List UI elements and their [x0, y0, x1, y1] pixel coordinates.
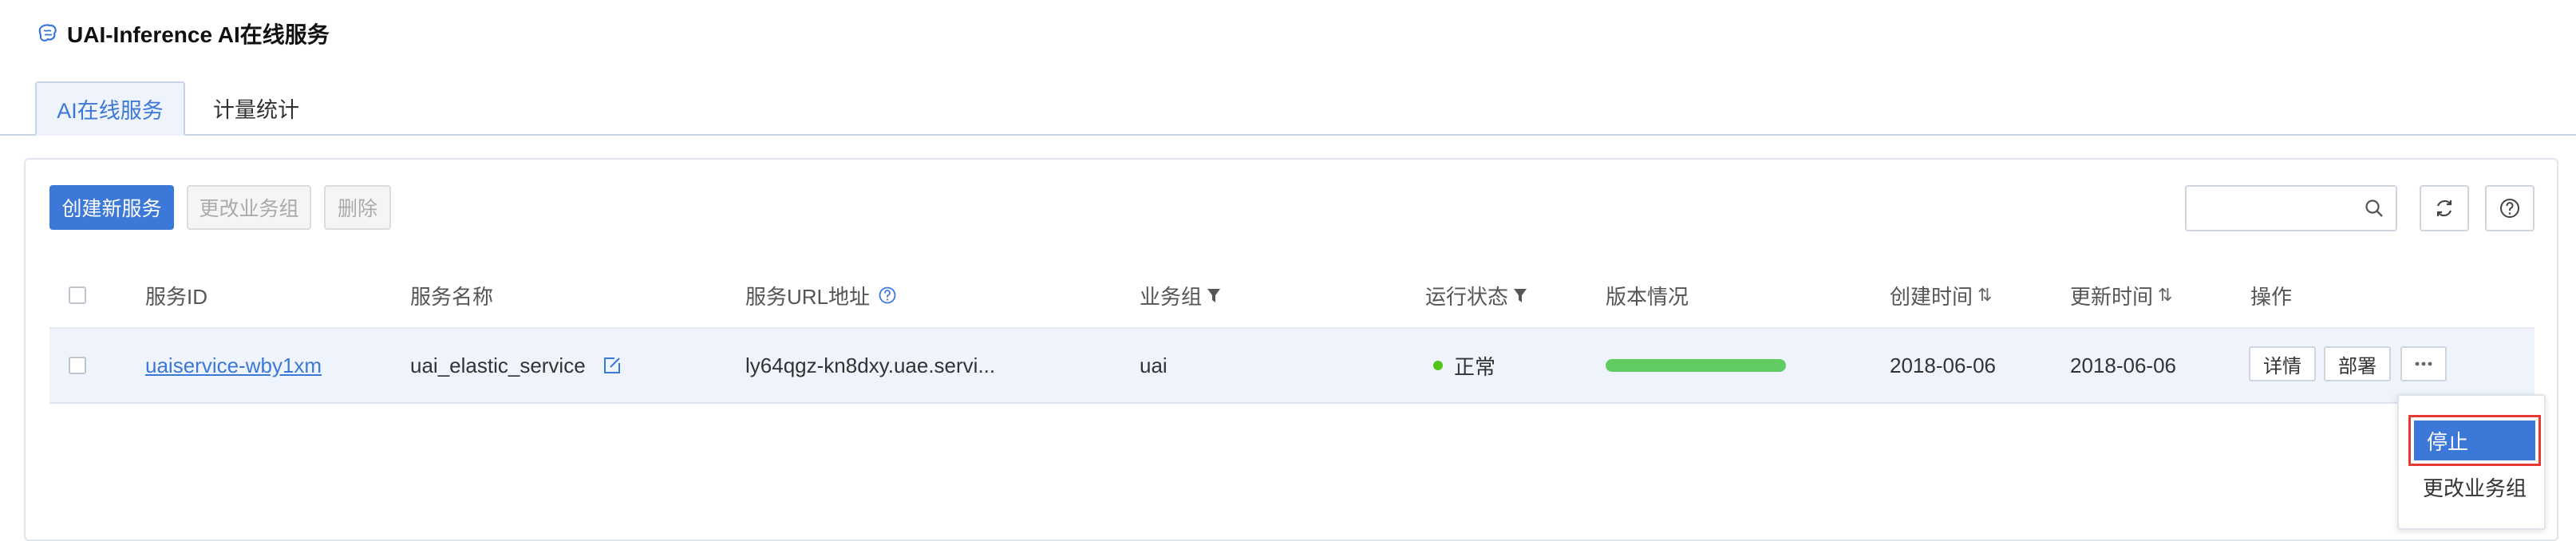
more-actions-menu: 停止 更改业务组	[2397, 394, 2546, 530]
more-dots-icon	[2415, 361, 2432, 366]
col-status: 运行状态	[1425, 263, 1527, 327]
col-status-label: 运行状态	[1425, 284, 1509, 309]
tab-bar: AI在线服务 计量统计	[0, 81, 2576, 136]
stop-highlight-box: 停止	[2408, 415, 2541, 466]
sort-icon[interactable]: ⇅	[1977, 285, 1992, 306]
status-dot	[1433, 361, 1443, 370]
service-url: ly64qgz-kn8dxy.uae.servi...	[745, 353, 996, 377]
col-service-name: 服务名称	[410, 284, 494, 309]
refresh-icon	[2436, 199, 2452, 217]
tab-metering-stats[interactable]: 计量统计	[188, 81, 324, 134]
version-progress-bar	[1606, 359, 1786, 372]
col-service-id: 服务ID	[145, 284, 208, 309]
row-checkbox[interactable]	[69, 357, 86, 374]
url-help-icon[interactable]	[878, 286, 897, 305]
col-created-label: 创建时间	[1890, 284, 1973, 309]
deploy-button[interactable]: 部署	[2324, 346, 2391, 381]
menu-item-change-group[interactable]: 更改业务组	[2423, 472, 2527, 502]
create-service-button[interactable]: 创建新服务	[49, 185, 174, 230]
col-service-url-label: 服务URL地址	[745, 284, 871, 309]
col-updated-label: 更新时间	[2070, 284, 2154, 309]
tab-ai-online-service[interactable]: AI在线服务	[35, 81, 185, 136]
col-created: 创建时间 ⇅	[1890, 263, 1992, 327]
service-id-link[interactable]: uaiservice-wby1xm	[145, 353, 322, 378]
brain-icon	[38, 24, 57, 41]
table-row: uaiservice-wby1xm uai_elastic_service ly…	[49, 329, 2535, 404]
col-updated: 更新时间 ⇅	[2070, 263, 2172, 327]
page-header: UAI-Inference AI在线服务	[35, 18, 330, 49]
detail-button[interactable]: 详情	[2249, 346, 2316, 381]
menu-item-stop[interactable]: 停止	[2414, 421, 2535, 460]
table-header: 服务ID 服务名称 服务URL地址 业务组 运行状态 版本情况 创建时间 ⇅ 更…	[49, 263, 2535, 329]
edit-icon[interactable]	[602, 355, 622, 376]
service-name: uai_elastic_service	[410, 353, 586, 377]
delete-button[interactable]: 删除	[324, 185, 391, 230]
refresh-button[interactable]	[2420, 185, 2469, 231]
page-title: UAI-Inference AI在线服务	[67, 22, 330, 47]
more-button[interactable]	[2400, 346, 2447, 381]
col-group: 业务组	[1140, 263, 1221, 327]
col-group-label: 业务组	[1140, 284, 1203, 309]
change-group-button[interactable]: 更改业务组	[187, 185, 311, 230]
col-version: 版本情况	[1606, 284, 1689, 309]
created-time: 2018-06-06	[1890, 353, 1996, 377]
help-button[interactable]	[2485, 185, 2535, 231]
col-service-url: 服务URL地址	[745, 263, 897, 327]
updated-time: 2018-06-06	[2070, 353, 2176, 377]
search-icon[interactable]	[2364, 198, 2384, 219]
status-text: 正常	[1454, 354, 1496, 379]
search-input[interactable]	[2185, 185, 2397, 231]
filter-icon[interactable]	[1207, 286, 1221, 304]
sort-icon[interactable]: ⇅	[2158, 285, 2172, 306]
col-actions: 操作	[2250, 284, 2293, 309]
filter-icon[interactable]	[1513, 286, 1527, 304]
select-all-checkbox[interactable]	[69, 286, 86, 304]
service-group: uai	[1140, 353, 1167, 377]
help-icon	[2500, 199, 2519, 218]
